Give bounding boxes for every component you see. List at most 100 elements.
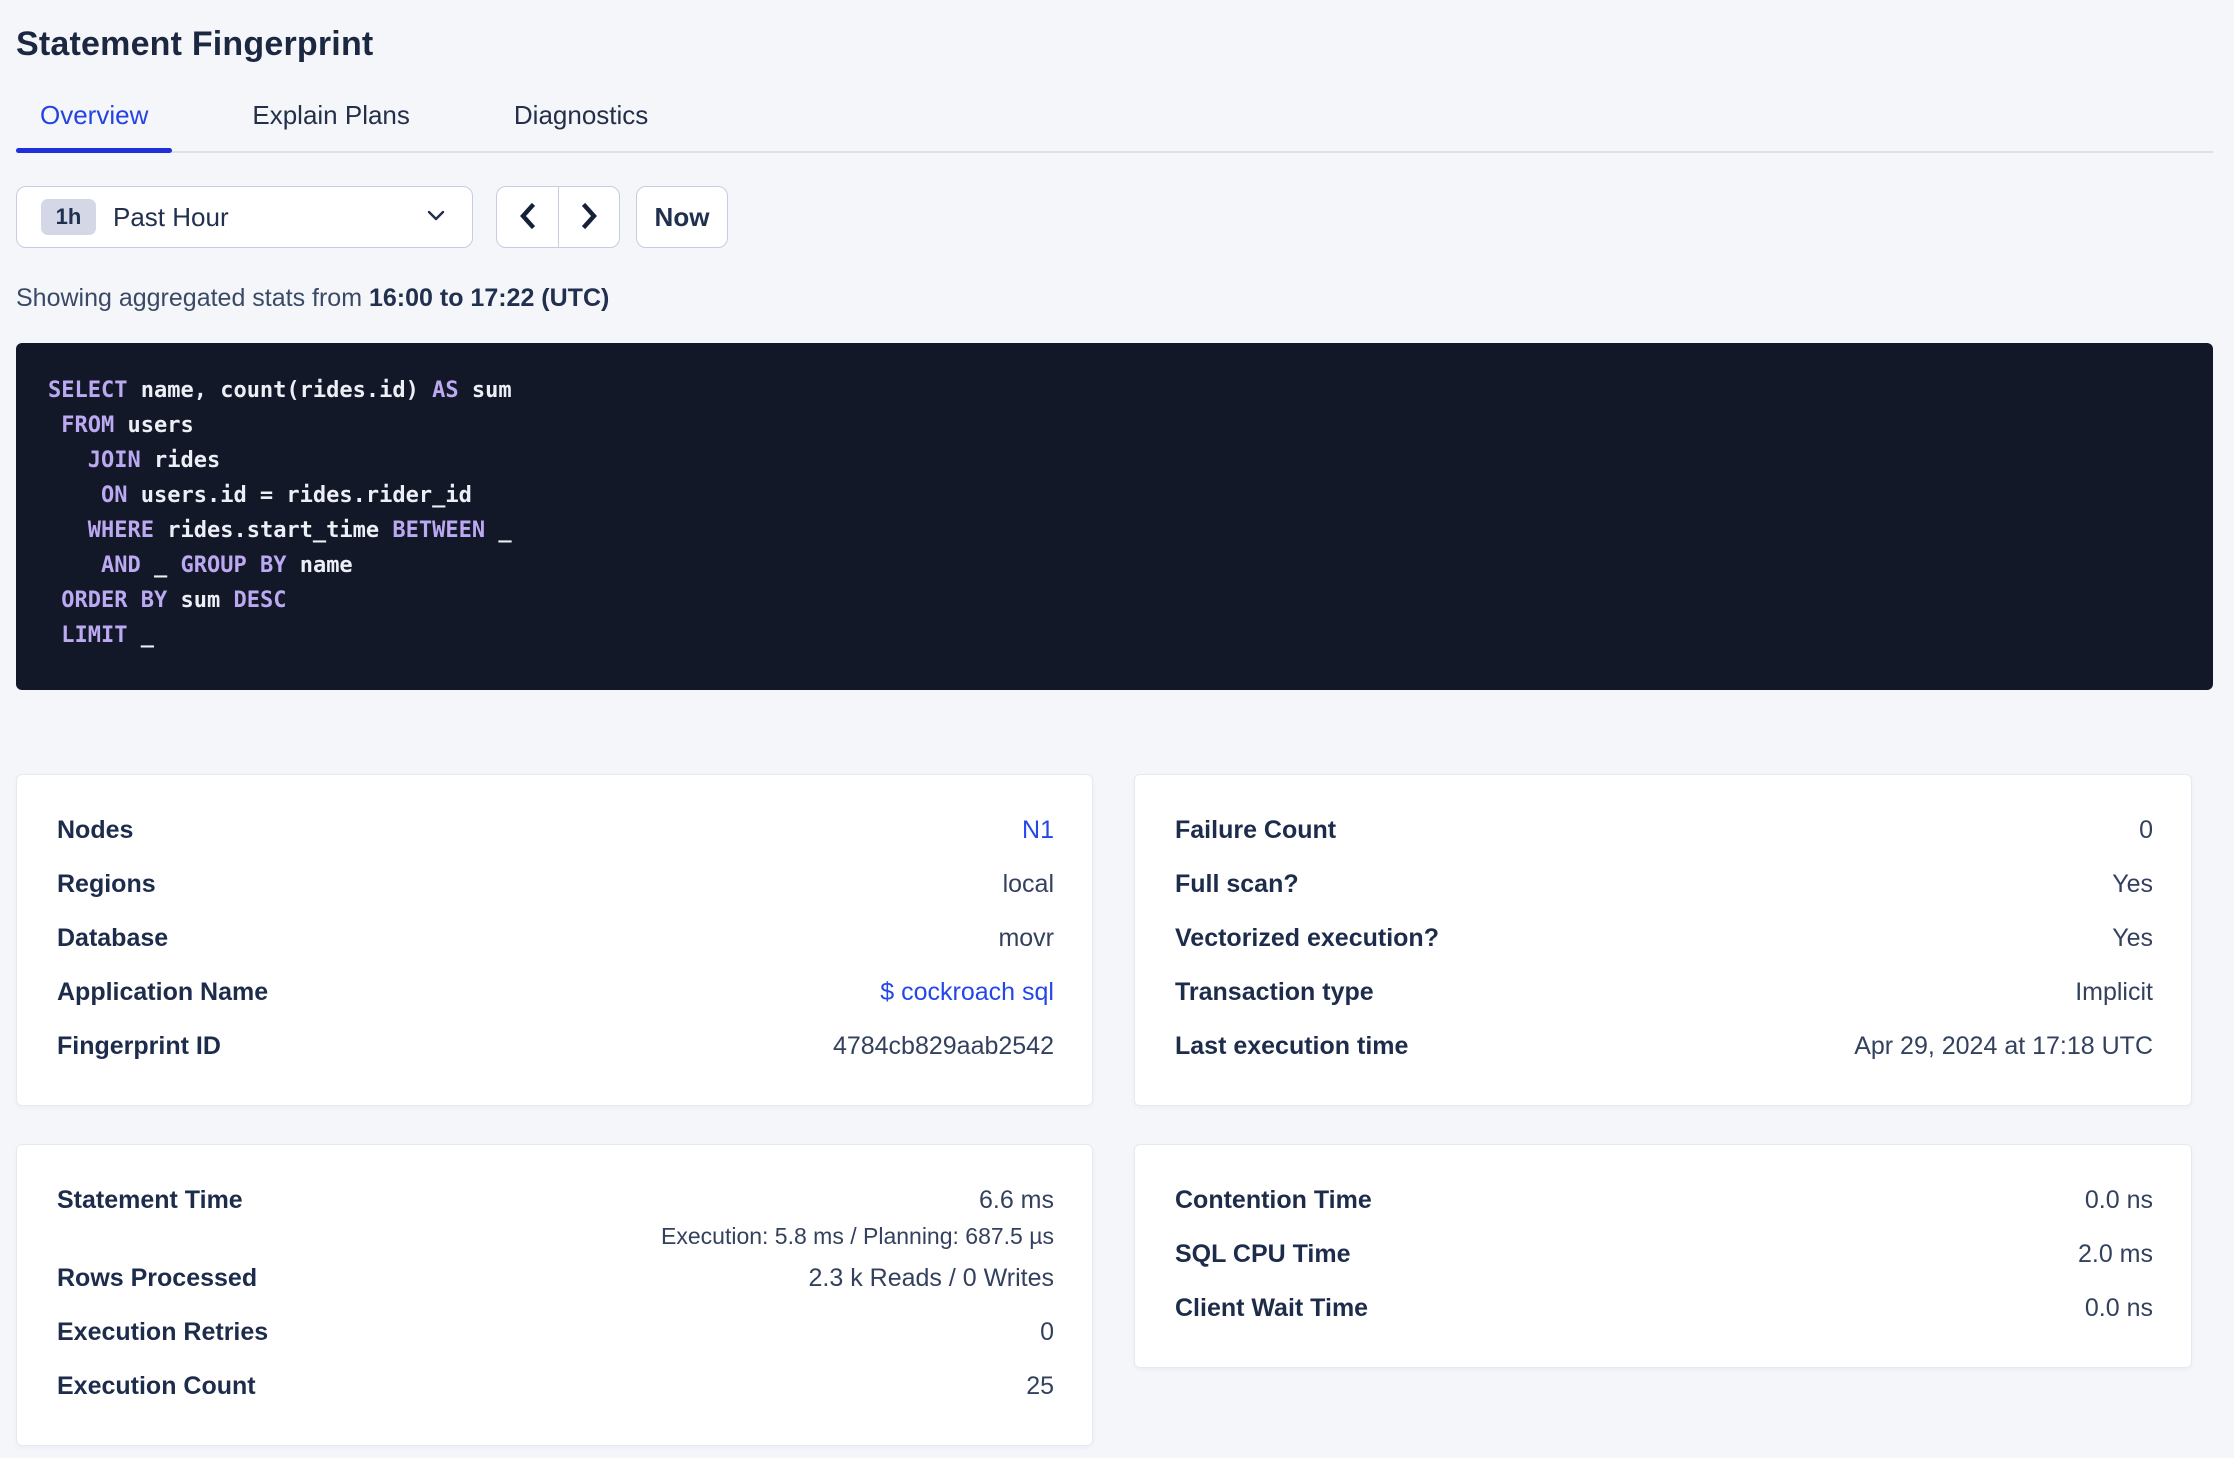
tab-bar: Overview Explain Plans Diagnostics [16,100,2213,153]
previous-time-window-button[interactable] [497,187,558,247]
sql-line: ORDER BY sum DESC [48,583,2183,618]
stat-value: local [1002,869,1054,898]
stat-label: Client Wait Time [1175,1293,1369,1322]
timing-cards: Statement Time 6.6 ms Execution: 5.8 ms / … [16,1144,2234,1446]
stat-row: Rows Processed 2.3 k Reads / 0 Writes [57,1251,1054,1305]
stat-row: Vectorized execution? Yes [1175,911,2153,965]
sql-line: FROM users [48,408,2183,443]
stat-label: Transaction type [1175,977,1374,1006]
stat-subvalue: Execution: 5.8 ms / Planning: 687.5 µs [661,1223,1054,1249]
stat-label: Full scan? [1175,869,1299,898]
stat-value: 6.6 ms [978,1185,1054,1214]
stat-row: SQL CPU Time 2.0 ms [1175,1227,2153,1281]
tab-overview[interactable]: Overview [16,100,173,153]
stat-value: movr [998,923,1054,952]
stat-value-link[interactable]: N1 [1022,816,1054,845]
sql-keyword: BETWEEN [392,518,486,543]
tab-diagnostics[interactable]: Diagnostics [490,100,672,151]
stat-label: Failure Count [1175,815,1337,844]
sql-keyword: SELECT [48,378,128,403]
sql-line: AND _ GROUP BY name [48,548,2183,583]
sql-keyword: DESC [233,588,287,613]
stat-row: Failure Count 0 [1175,803,2153,857]
stat-value: 4784cb829aab2542 [832,1031,1054,1060]
sql-text: sum [167,588,234,613]
next-time-window-button[interactable] [558,187,619,247]
stat-label: Rows Processed [57,1263,258,1292]
aggregated-stats-range: 16:00 to 17:22 (UTC) [368,284,610,312]
chevron-left-icon [515,201,541,234]
sql-line: LIMIT _ [48,618,2183,653]
stat-label: Application Name [57,977,269,1006]
time-controls: 1h Past Hour Now [16,186,2234,248]
stat-row: Execution Retries 0 [57,1305,1054,1359]
page-title: Statement Fingerprint [16,25,374,63]
stat-row: Full scan? Yes [1175,857,2153,911]
sql-keyword: ON [100,483,128,508]
stat-value: 0.0 ns [2084,1185,2153,1214]
stat-value: 25 [1026,1371,1054,1400]
stat-label: Execution Retries [57,1317,269,1346]
stat-row: Contention Time 0.0 ns [1175,1173,2153,1227]
stat-label: Database [57,923,169,952]
stat-label: Regions [57,869,156,898]
sql-keyword: FROM [61,413,115,438]
statement-fingerprint-page: Statement Fingerprint Overview Explain Pl… [0,0,2234,1446]
sql-line: WHERE rides.start_time BETWEEN _ [48,513,2183,548]
stat-value: Implicit [2075,977,2153,1006]
stat-label: Execution Count [57,1371,256,1400]
stat-value: 0 [1040,1317,1054,1346]
sql-text: _ [485,518,512,543]
stat-value: 0.0 ns [2084,1293,2153,1322]
stat-label: SQL CPU Time [1175,1239,1351,1268]
stat-value: Yes [2112,923,2153,952]
statement-details-card: Nodes N1 Regions local Database movr Applicati… [16,774,1093,1106]
time-range-label: Past Hour [113,201,229,232]
stat-row: Fingerprint ID 4784cb829aab2542 [57,1019,1054,1073]
time-range-badge: 1h [41,199,96,235]
time-window-nav [496,186,620,248]
stat-value: 2.0 ms [2077,1239,2153,1268]
stat-label: Statement Time [57,1185,243,1214]
statement-timing-card: Statement Time 6.6 ms Execution: 5.8 ms / … [16,1144,1093,1446]
sql-text: users.id = rides.rider_id [127,483,472,508]
sql-text: _ [127,623,154,648]
stat-row: Execution Count 25 [57,1359,1054,1413]
time-range-dropdown[interactable]: 1h Past Hour [16,186,473,248]
sql-text: name, count(rides.id) [127,378,433,403]
stat-value-link[interactable]: $ cockroach sql [880,978,1054,1007]
stat-label: Fingerprint ID [57,1031,221,1060]
stat-value: 0 [2139,815,2153,844]
execution-attributes-card: Failure Count 0 Full scan? Yes Vectorized ex… [1134,774,2192,1106]
sql-text: rides [140,448,221,473]
stat-label: Last execution time [1175,1031,1409,1060]
stat-label: Contention Time [1175,1185,1372,1214]
stat-value: Apr 29, 2024 at 17:18 UTC [1854,1031,2153,1060]
stat-row: Application Name $ cockroach sql [57,965,1054,1019]
stat-label: Vectorized execution? [1175,923,1439,952]
chevron-right-icon [576,201,602,234]
sql-text: _ [140,553,181,578]
tab-explain-plans[interactable]: Explain Plans [228,100,434,151]
sql-keyword: ORDER BY [61,588,168,613]
stat-value: 2.3 k Reads / 0 Writes [808,1263,1054,1292]
sql-keyword: JOIN [87,448,141,473]
sql-text: users [114,413,194,438]
stat-row: Transaction type Implicit [1175,965,2153,1019]
stat-label: Nodes [57,815,134,844]
stat-row: Regions local [57,857,1054,911]
stat-row: Nodes N1 [57,803,1054,857]
sql-text: sum [458,378,512,403]
sql-statement-box: SELECT name, count(rides.id) AS sum FROM… [16,343,2213,690]
stat-value: Yes [2112,869,2153,898]
overview-cards: Nodes N1 Regions local Database movr Applicati… [16,774,2234,1106]
now-button[interactable]: Now [636,186,728,248]
stat-row: Statement Time 6.6 ms Execution: 5.8 ms / … [57,1173,1054,1251]
wait-times-card: Contention Time 0.0 ns SQL CPU Time 2.0 ms C… [1134,1144,2192,1368]
sql-line: SELECT name, count(rides.id) AS sum [48,373,2183,408]
